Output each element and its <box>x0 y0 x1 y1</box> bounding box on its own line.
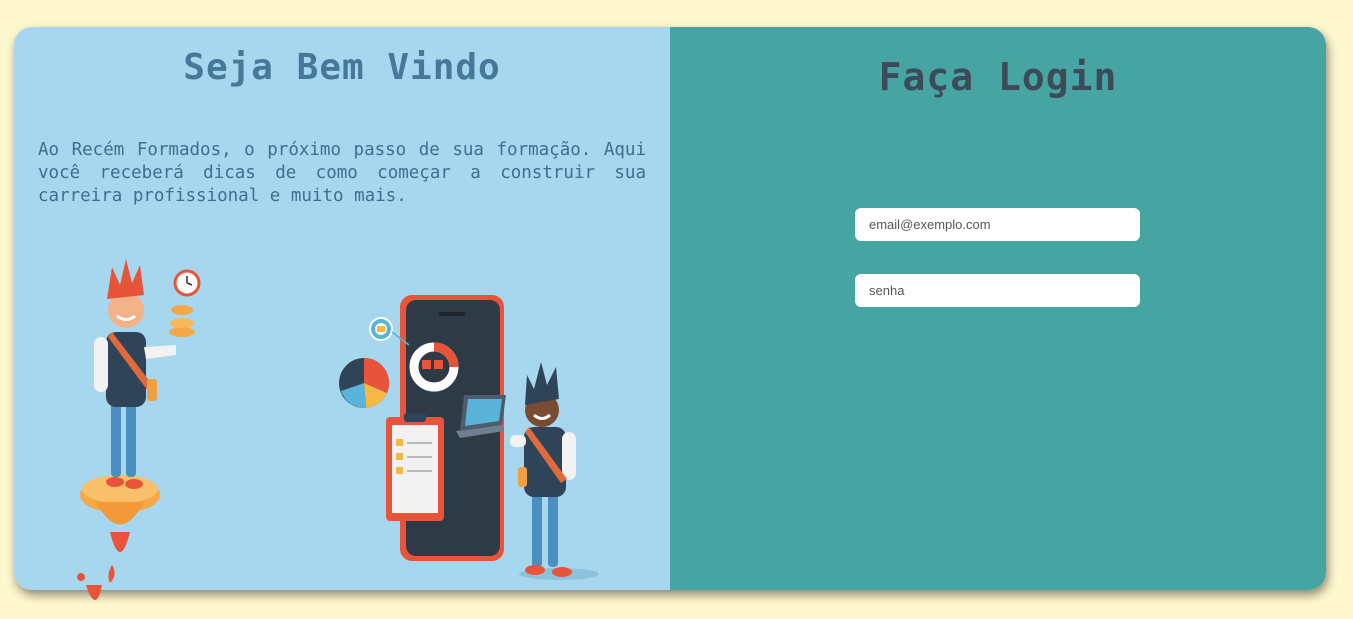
person-on-rocket-illustration <box>80 259 201 552</box>
rocket-flame-icon <box>77 565 115 600</box>
login-title: Faça Login <box>878 55 1118 99</box>
password-input[interactable] <box>855 274 1140 307</box>
clipboard-checklist-icon <box>386 413 444 521</box>
main-card: Seja Bem Vindo Ao Recém Formados, o próx… <box>14 27 1326 590</box>
pie-chart-icon <box>339 357 390 409</box>
login-panel: Faça Login <box>670 27 1326 590</box>
welcome-panel: Seja Bem Vindo Ao Recém Formados, o próx… <box>14 27 670 590</box>
email-input[interactable] <box>855 208 1140 241</box>
career-illustration <box>80 259 599 580</box>
